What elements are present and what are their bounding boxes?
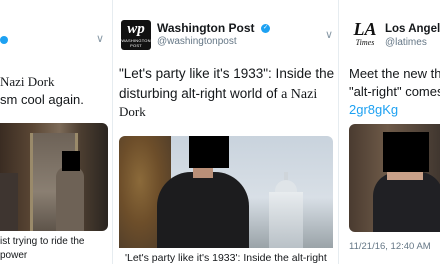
tweet-text-line: Dork xyxy=(119,104,146,119)
account-name[interactable]: Los Angeles T xyxy=(385,23,440,35)
tweet-card-washington-post[interactable]: wp WASHINGTON POST Washington Post ✓ @wa… xyxy=(112,0,338,264)
tweet-text-line: Meet the new thin xyxy=(349,66,440,81)
tweet-photo[interactable] xyxy=(0,123,108,231)
verified-badge-icon: ✓ xyxy=(261,24,270,33)
tweet-text-line: Nazi Dork xyxy=(0,74,55,89)
tweet-card-la-times[interactable]: LA Times Los Angeles T @latimes Meet the… xyxy=(338,0,440,264)
censor-box xyxy=(189,136,229,168)
tweet-link[interactable]: 2gr8gKg xyxy=(349,102,398,117)
chevron-down-icon[interactable]: ∨ xyxy=(96,32,104,45)
account-handle[interactable]: @washingtonpost xyxy=(157,36,237,47)
censor-box xyxy=(62,151,80,171)
tweet-text-fragment: a Nazi xyxy=(281,87,318,102)
account-name[interactable]: Washington Post xyxy=(157,21,255,35)
card-caption[interactable]: ist trying to ride the xyxy=(0,236,84,247)
tweet-text-line: "alt-right" comes t xyxy=(349,84,440,99)
tweet-text-line: "Let's party like it's 1933": Inside the xyxy=(119,66,335,81)
chevron-down-icon[interactable]: ∨ xyxy=(325,28,333,41)
lat-logo-small: Times xyxy=(355,38,375,47)
tweet-text-line: disturbing alt-right world of a Nazi xyxy=(119,86,317,103)
lat-logo-mark: LA xyxy=(353,19,377,39)
card-photo[interactable] xyxy=(119,136,333,248)
avatar[interactable]: wp WASHINGTON POST xyxy=(121,20,151,50)
tweet-photo[interactable] xyxy=(349,124,440,232)
censor-box xyxy=(383,132,429,172)
tweet-timestamp[interactable]: 11/21/16, 12:40 AM xyxy=(349,241,431,252)
tweet-text-line: sm cool again. xyxy=(0,92,84,107)
capitol-building xyxy=(269,192,303,248)
card-caption[interactable]: power xyxy=(0,250,27,261)
card-caption[interactable]: 'Let's party like it's 1933': Inside the… xyxy=(125,252,327,264)
wp-logo-small: WASHINGTON POST xyxy=(121,38,151,48)
verified-badge-icon xyxy=(0,36,8,44)
tweet-card-left[interactable]: ∨ Nazi Dork sm cool again. ist trying to… xyxy=(0,0,112,264)
wp-logo-mark: wp xyxy=(127,21,145,37)
tweet-text-fragment: disturbing alt-right world of xyxy=(119,86,282,101)
avatar[interactable]: LA Times xyxy=(351,20,379,48)
account-handle[interactable]: @latimes xyxy=(385,37,427,48)
